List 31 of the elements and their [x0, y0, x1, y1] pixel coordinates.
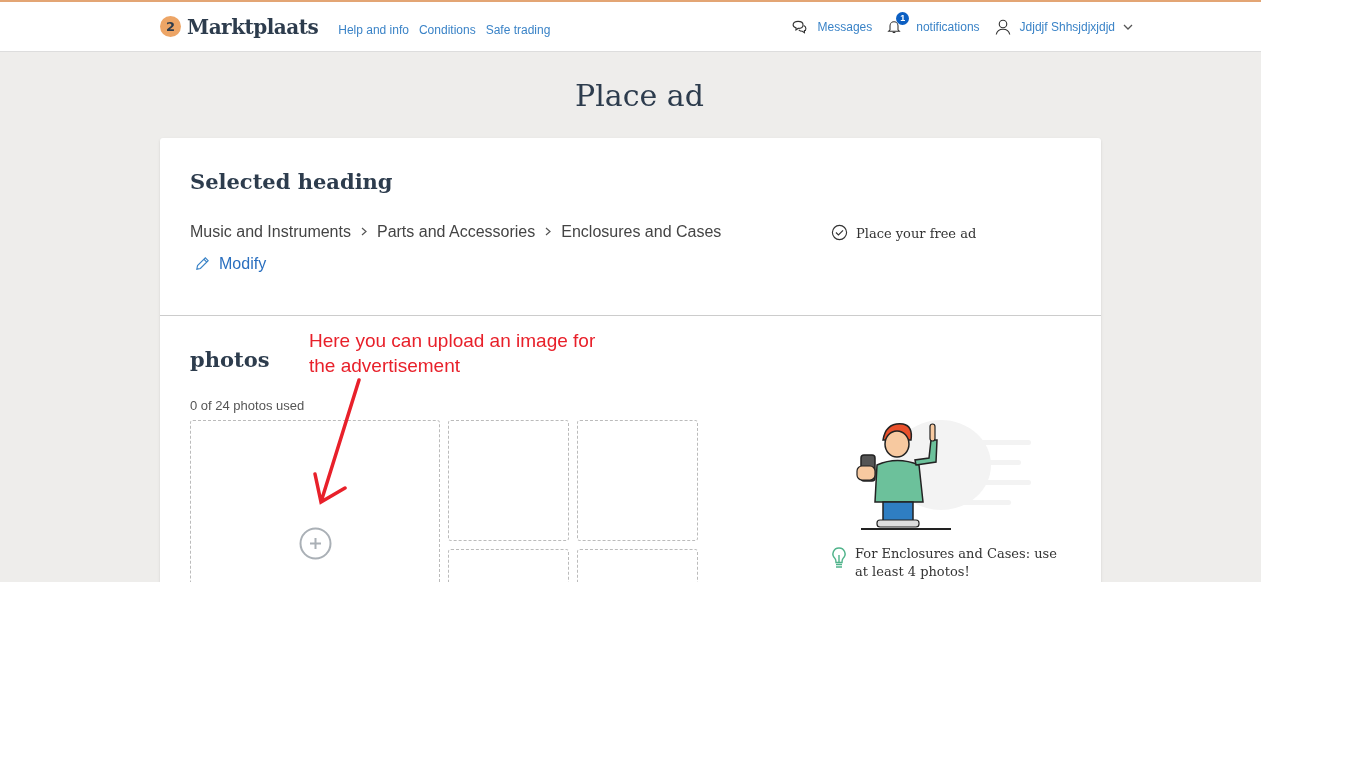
check-circle-icon	[831, 224, 848, 241]
lightbulb-icon	[831, 547, 847, 569]
chat-icon	[790, 18, 808, 35]
free-ad-note: Place your free ad	[856, 225, 977, 243]
breadcrumb-item: Enclosures and Cases	[561, 221, 722, 242]
header-link[interactable]: Conditions	[418, 20, 476, 39]
logo-name[interactable]: Marktplaats	[187, 11, 319, 42]
page-title: Place ad	[575, 77, 704, 115]
modify-button[interactable]: Modify	[194, 251, 267, 276]
notifications-link[interactable]: 1 notifications	[886, 9, 980, 44]
user-icon	[993, 17, 1012, 36]
photo-slot[interactable]	[577, 419, 698, 541]
breadcrumb-item: Parts and Accessories	[376, 221, 536, 242]
plus-circle-icon	[298, 526, 332, 560]
header-link[interactable]: Safe trading	[485, 20, 551, 39]
pencil-icon	[194, 255, 211, 272]
chevron-right-icon	[360, 227, 367, 236]
section-heading: Selected heading	[190, 168, 394, 196]
photos-count: 0 of 24 photos used	[190, 397, 305, 415]
breadcrumb-item: Music and Instruments	[190, 221, 351, 242]
section-heading: photos	[190, 346, 271, 374]
notification-badge: 1	[896, 12, 910, 25]
photo-tip: For Enclosures and Cases: use at least 4 photos!	[855, 545, 1058, 581]
user-menu[interactable]: Jdjdjf Shhsjdjxjdjd	[993, 17, 1133, 36]
annotation-text: Here you can upload an image for the advertisement	[309, 329, 597, 378]
chevron-right-icon	[545, 227, 552, 236]
header-link[interactable]: Help and info	[338, 20, 409, 39]
messages-link[interactable]: Messages	[790, 17, 873, 36]
chevron-down-icon	[1123, 23, 1133, 30]
logo-mark: 2	[160, 16, 181, 37]
photo-slot[interactable]	[448, 419, 569, 541]
